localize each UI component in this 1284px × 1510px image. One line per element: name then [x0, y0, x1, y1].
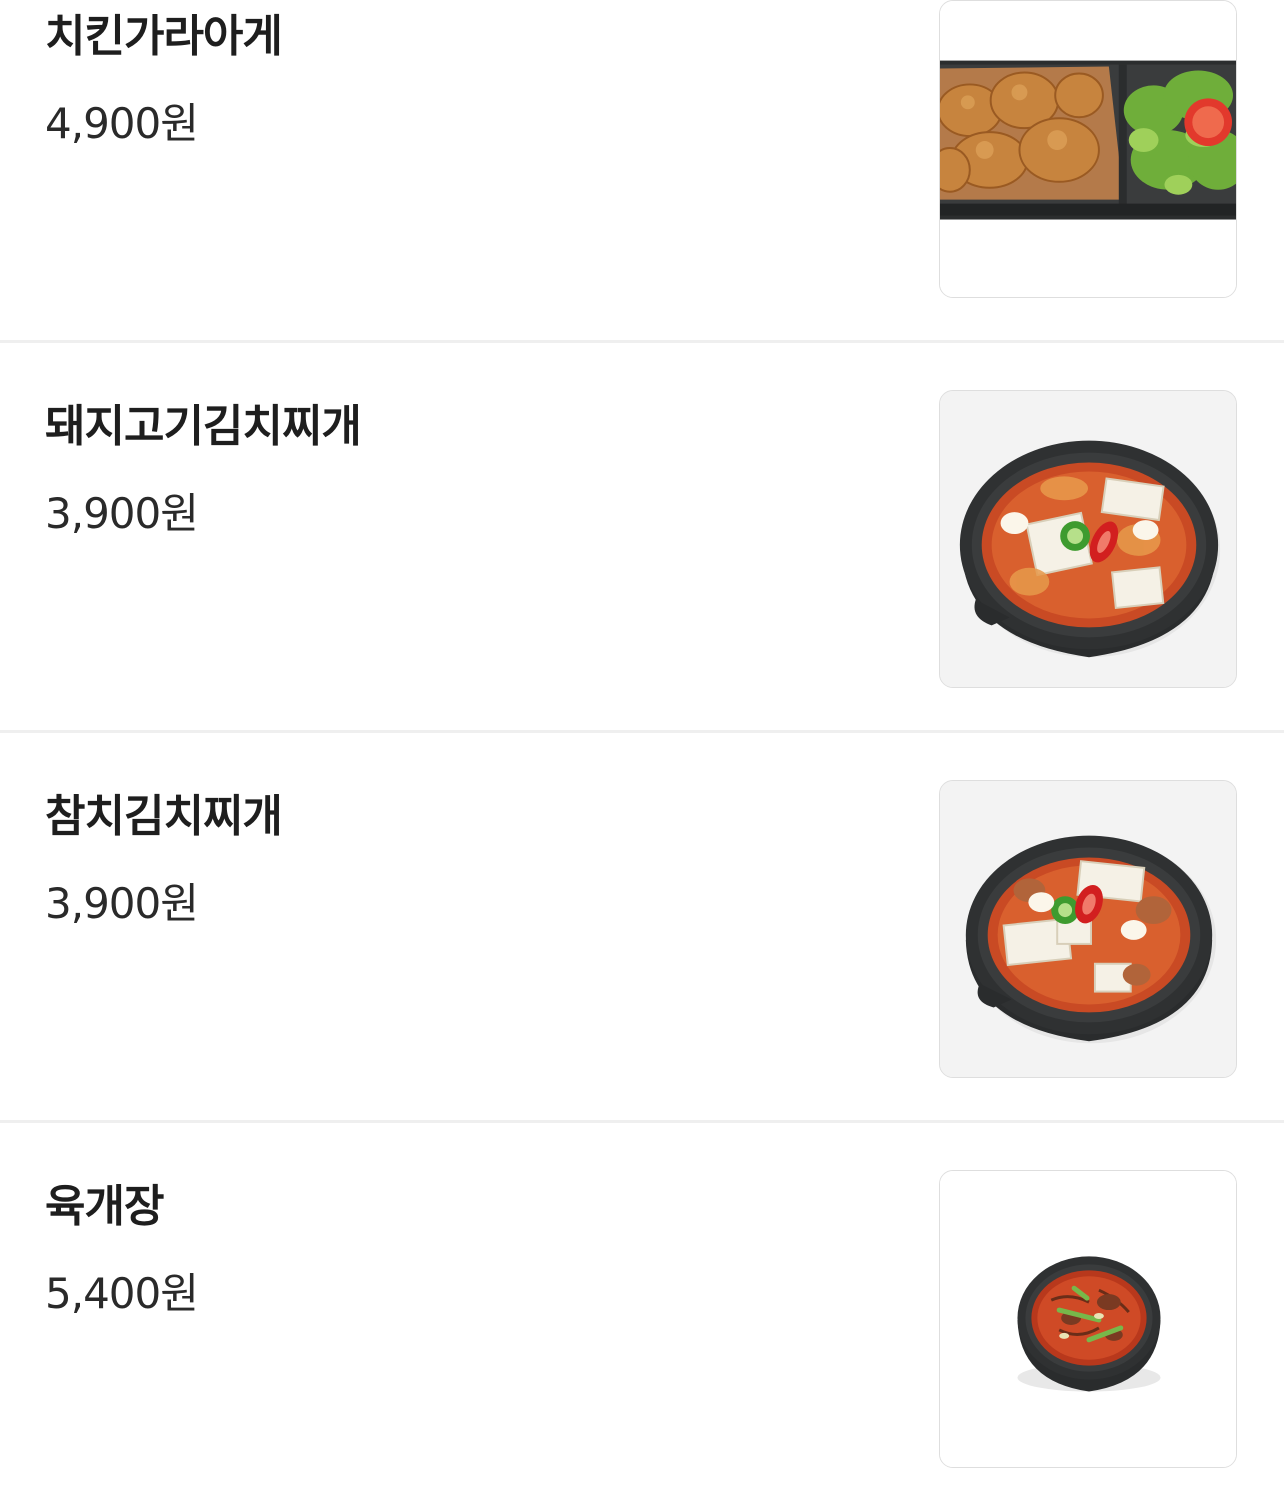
menu-item-image[interactable]	[939, 390, 1237, 688]
menu-item-price: 3,900원	[45, 489, 199, 538]
menu-item-name: 치킨가라아게	[45, 11, 283, 62]
menu-item-price: 4,900원	[45, 99, 199, 148]
menu-item-tuna-kimchi-stew[interactable]: 참치김치찌개 3,900원	[0, 730, 1284, 1120]
menu-item-yukgaejang[interactable]: 육개장 5,400원	[0, 1120, 1284, 1510]
fried-chicken-box-icon	[940, 1, 1236, 297]
menu-item-name: 육개장	[45, 1181, 164, 1232]
menu-item-price: 5,400원	[45, 1269, 199, 1318]
menu-item-image[interactable]	[939, 1170, 1237, 1468]
kimchi-stew-bowl-icon	[940, 781, 1236, 1077]
kimchi-stew-bowl-icon	[940, 391, 1236, 687]
menu-item-image[interactable]	[939, 780, 1237, 1078]
menu-item-price: 3,900원	[45, 879, 199, 928]
menu-item-chicken-karaage[interactable]: 치킨가라아게 4,900원	[0, 0, 1284, 340]
menu-item-pork-kimchi-stew[interactable]: 돼지고기김치찌개 3,900원	[0, 340, 1284, 730]
menu-item-name: 참치김치찌개	[45, 791, 283, 842]
menu-list: 치킨가라아게 4,900원 돼지고기김치찌개 3,900원 참치김치찌개 3,9…	[0, 0, 1284, 1468]
spicy-beef-soup-bowl-icon	[940, 1171, 1236, 1467]
menu-item-image[interactable]	[939, 0, 1237, 298]
menu-item-name: 돼지고기김치찌개	[45, 401, 362, 452]
